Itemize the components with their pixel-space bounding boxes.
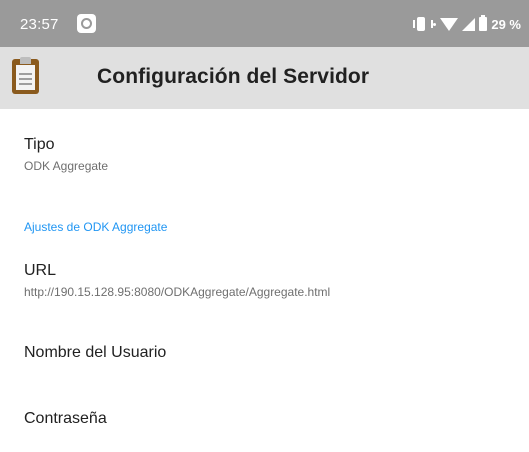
clipboard-icon: [12, 57, 39, 94]
setting-username-title: Nombre del Usuario: [24, 344, 167, 361]
page-title: Configuración del Servidor: [97, 65, 370, 88]
status-bar: 23:57 29 %: [0, 0, 529, 47]
setting-url-title: URL: [24, 262, 57, 279]
setting-tipo[interactable]: Tipo ODK Aggregate: [24, 136, 504, 173]
setting-tipo-summary: ODK Aggregate: [24, 159, 109, 173]
data-dot-icon: [433, 22, 437, 26]
setting-url[interactable]: URL http://190.15.128.95:8080/ODKAggrega…: [24, 262, 514, 299]
setting-tipo-title: Tipo: [24, 136, 55, 153]
status-icons: 29 %: [413, 15, 521, 33]
wifi-icon: [440, 17, 459, 31]
app-bar: Configuración del Servidor: [0, 47, 529, 109]
battery-icon: [479, 15, 488, 31]
category-odk-aggregate: Ajustes de ODK Aggregate: [24, 220, 168, 234]
setting-password[interactable]: Contraseña: [24, 410, 504, 428]
setting-url-summary: http://190.15.128.95:8080/ODKAggregate/A…: [24, 285, 331, 299]
setting-password-title: Contraseña: [24, 410, 107, 427]
battery-percent: 29 %: [491, 16, 521, 32]
vibrate-icon: [413, 17, 434, 31]
status-time: 23:57: [20, 16, 59, 33]
setting-username[interactable]: Nombre del Usuario: [24, 344, 504, 362]
notification-icon: [77, 14, 96, 33]
signal-icon: [462, 17, 476, 31]
